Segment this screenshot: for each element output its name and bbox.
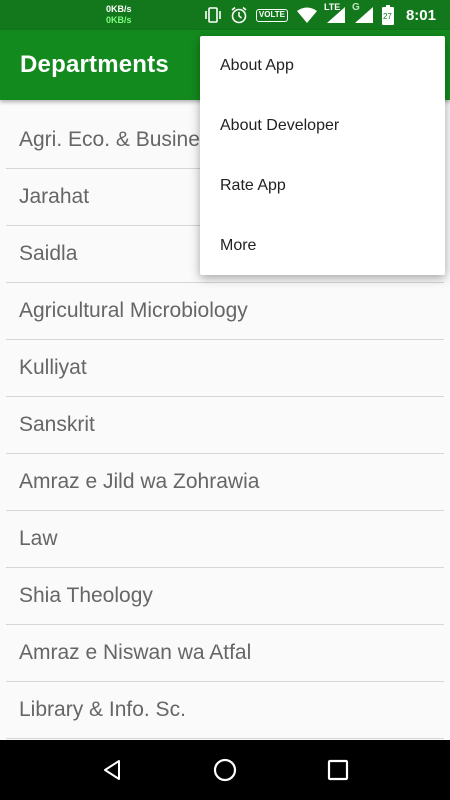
list-item[interactable]: Amraz e Jild wa Zohrawia [6, 454, 444, 511]
volte-badge: VOLTE [255, 8, 288, 22]
list-item[interactable]: Sanskrit [6, 397, 444, 454]
clock: 8:01 [405, 6, 436, 24]
list-item[interactable]: Kulliyat [6, 340, 444, 397]
list-item[interactable]: Law [6, 511, 444, 568]
menu-item-rate-app[interactable]: Rate App [200, 156, 445, 216]
battery-icon: 27 [381, 5, 394, 25]
alarm-icon [230, 6, 248, 24]
home-icon[interactable] [205, 750, 245, 790]
net-down-speed: 0KB/s [106, 15, 132, 25]
status-bar: 0KB/s 0KB/s VOLTE LTE G 27 8:01 [0, 0, 450, 30]
signal-icon: LTE [324, 2, 346, 24]
menu-item-about-developer[interactable]: About Developer [200, 96, 445, 156]
battery-level: 27 [382, 12, 392, 21]
lte-label: LTE [323, 2, 341, 12]
back-icon[interactable] [92, 750, 132, 790]
menu-item-more[interactable]: More [200, 216, 445, 276]
wifi-icon [296, 6, 318, 24]
g-label: G [351, 2, 360, 13]
network-speed: 0KB/s 0KB/s [106, 4, 132, 26]
recents-icon[interactable] [318, 750, 358, 790]
net-up-speed: 0KB/s [106, 4, 132, 14]
overflow-menu: About App About Developer Rate App More [200, 36, 445, 275]
list-item[interactable]: Amraz e Niswan wa Atfal [6, 625, 444, 682]
signal-g-icon: G [352, 2, 374, 24]
vibrate-icon [204, 6, 222, 24]
list-item[interactable]: Shia Theology [6, 568, 444, 625]
system-nav-bar [0, 740, 450, 800]
list-item[interactable]: Agricultural Microbiology [6, 283, 444, 340]
menu-item-about-app[interactable]: About App [200, 36, 445, 96]
list-item[interactable]: Library & Info. Sc. [6, 682, 444, 739]
page-title: Departments [20, 51, 169, 78]
